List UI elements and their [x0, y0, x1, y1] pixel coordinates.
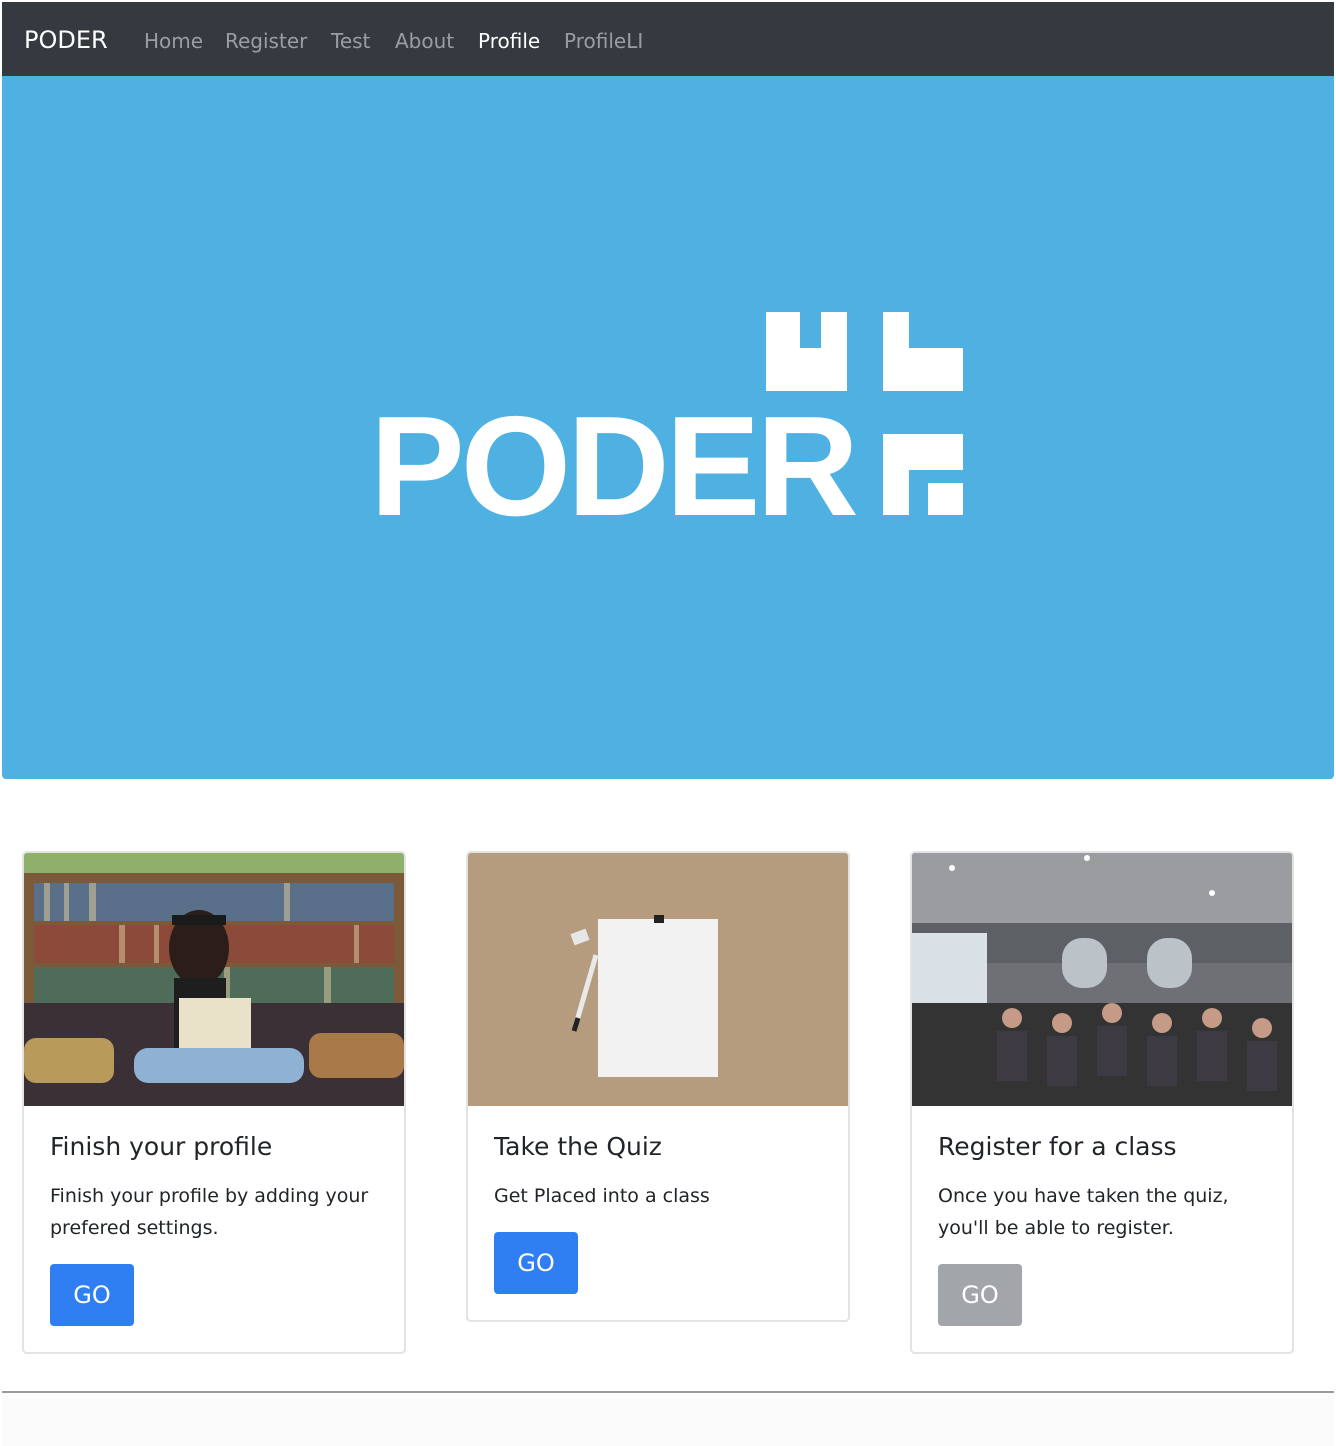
nav-link-profile[interactable]: Profile [478, 27, 540, 55]
card-text: Get Placed into a class [494, 1185, 710, 1207]
hero-banner: PODER [2, 76, 1334, 779]
card-take-quiz: Take the Quiz Get Placed into a class GO [466, 851, 850, 1322]
go-button[interactable]: GO [494, 1232, 578, 1294]
nav-link-test[interactable]: Test [331, 27, 370, 55]
nav-link-register[interactable]: Register [225, 27, 307, 55]
nav-link-home[interactable]: Home [144, 27, 203, 55]
card-text: Once you have taken the quiz, you'll be … [938, 1185, 1229, 1239]
top-navbar: PODER Home Register Test About Profile P… [2, 2, 1334, 76]
woman-reading-on-sofa-photo [24, 853, 404, 1106]
nav-link-profileli[interactable]: ProfileLI [564, 27, 643, 55]
footer [2, 1393, 1334, 1446]
card-title: Register for a class [938, 1132, 1177, 1161]
poder-logo: PODER [370, 312, 963, 522]
nav-link-about[interactable]: About [395, 27, 454, 55]
blank-paper-and-pen-photo [468, 853, 848, 1106]
card-title: Take the Quiz [494, 1132, 662, 1161]
hero-logo-text: PODER [370, 387, 856, 522]
navbar-brand[interactable]: PODER [24, 24, 108, 56]
card-text: Finish your profile by adding your prefe… [50, 1185, 369, 1239]
card-register-class: Register for a class Once you have taken… [910, 851, 1294, 1354]
go-button[interactable]: GO [50, 1264, 134, 1326]
card-finish-profile: Finish your profile Finish your profile … [22, 851, 406, 1354]
go-button-disabled[interactable]: GO [938, 1264, 1022, 1326]
classroom-presentation-photo [912, 853, 1292, 1106]
card-title: Finish your profile [50, 1132, 273, 1161]
